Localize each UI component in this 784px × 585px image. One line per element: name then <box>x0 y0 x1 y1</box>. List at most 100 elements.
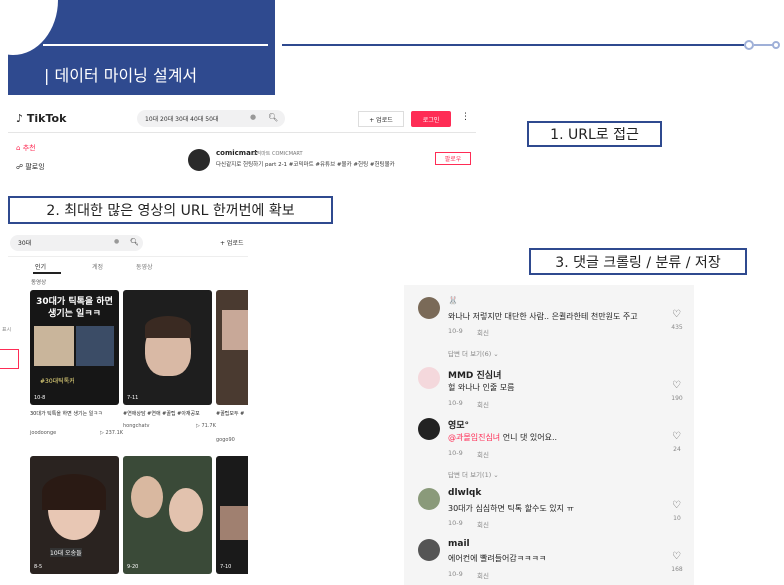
search-input[interactable]: 10대 20대 30대 40대 50대 <box>137 110 285 127</box>
thumbnail-image <box>131 476 163 518</box>
like-count: 168 <box>671 566 683 573</box>
comment-text: @과몰입진심녀 언니 댓 있어요.. <box>448 433 558 442</box>
upload-button[interactable]: + 업로드 <box>358 111 404 127</box>
tab-underline <box>33 272 61 274</box>
thumbnail-image <box>76 326 114 366</box>
avatar[interactable] <box>418 297 440 319</box>
comment-text: 와나나 저렇지만 대단한 사람.. 은퀼라한테 천만원도 주고 <box>448 312 638 321</box>
thumbnail-overlay-text: 10대 오송들 <box>50 548 82 557</box>
video-duration: 7-11 <box>127 395 139 401</box>
video-caption: 30대가 틱톡을 하면 생기는 일ㅋㅋ <box>30 411 103 417</box>
like-count: 10 <box>673 515 681 522</box>
tiktok-note-icon: ♪ <box>16 112 24 125</box>
thumbnail-image <box>220 506 248 540</box>
comment-text: 에어컨에 빨려들어감ㅋㅋㅋㅋ <box>448 554 547 563</box>
comment-date: 10-9 <box>448 327 463 335</box>
avatar[interactable] <box>418 418 440 440</box>
step1-label: 1. URL로 접근 <box>527 121 662 147</box>
reply-link[interactable]: 회신 <box>477 327 489 337</box>
video-description: 다신같지로 헌팅하기 part 2-1 #코믹마트 #유튜브 #몰카 #헌팅 #… <box>216 162 395 168</box>
tab-divider <box>8 256 248 257</box>
thumbnail-hair <box>42 474 106 510</box>
thumbnail-overlay-text: 30대가 틱톡을 하면 생기는 일ㅋㅋ <box>36 297 113 319</box>
node-dot <box>744 40 754 50</box>
node-dot <box>772 41 780 49</box>
tab-popular[interactable]: 인기 <box>35 262 46 271</box>
tiktok-logo[interactable]: ♪ TikTok <box>16 112 66 125</box>
reply-link[interactable]: 회신 <box>477 449 489 459</box>
comment-date: 10-9 <box>448 519 463 527</box>
side-button[interactable] <box>0 349 19 369</box>
comment-author[interactable]: mail <box>448 539 470 549</box>
video-duration: 10-8 <box>34 395 46 401</box>
avatar[interactable] <box>418 539 440 561</box>
comments-panel: 🐰 와나나 저렇지만 대단한 사람.. 은퀼라한테 천만원도 주고 10-9 회… <box>404 285 694 585</box>
comment-author[interactable]: dlwlqk <box>448 488 481 498</box>
video-duration: 7-10 <box>220 564 232 570</box>
view-replies-button[interactable]: 답변 더 보기(1) ⌄ <box>448 469 499 479</box>
clear-icon[interactable]: ● <box>250 113 256 121</box>
search-icon[interactable]: 🔍︎ <box>268 113 278 122</box>
upload-button[interactable]: + 업로드 <box>220 238 244 247</box>
thumbnail-image <box>222 310 248 350</box>
reply-link[interactable]: 회신 <box>477 399 489 409</box>
video-duration: 9-20 <box>127 564 139 570</box>
tab-videos[interactable]: 동영상 <box>136 262 153 271</box>
video-author[interactable]: hongchatv <box>123 423 149 429</box>
like-count: 435 <box>671 324 683 331</box>
video-author[interactable]: joodoonge <box>30 430 56 436</box>
nav-divider <box>8 132 476 133</box>
header-divider <box>282 44 744 46</box>
home-icon: ⌂ <box>16 144 21 152</box>
reply-link[interactable]: 회신 <box>477 570 489 580</box>
like-count: 24 <box>673 446 681 453</box>
thumbnail-image <box>169 488 203 532</box>
people-icon: ☍ <box>16 163 24 171</box>
login-button[interactable]: 로그인 <box>411 111 451 127</box>
video-thumbnail[interactable]: 30대가 틱톡을 하면 생기는 일ㅋㅋ #30대틱톡커 10-8 <box>30 290 119 405</box>
comment-author[interactable]: 🐰 <box>448 296 458 305</box>
clear-icon[interactable]: ● <box>114 238 119 245</box>
decorative-circle <box>8 0 58 55</box>
video-caption: #꿀팁모두 # <box>216 411 245 417</box>
thumbnail-hair <box>145 316 191 338</box>
nav-following[interactable]: ☍ 팔로잉 <box>16 162 45 172</box>
heart-icon[interactable]: ♡ <box>672 380 681 391</box>
comment-author[interactable]: MMD 진심녀 <box>448 368 501 381</box>
nav-for-you[interactable]: ⌂ 추천 <box>16 143 36 153</box>
mention-link[interactable]: @과몰입진심녀 <box>448 433 500 442</box>
avatar[interactable] <box>418 367 440 389</box>
reply-link[interactable]: 회신 <box>477 519 489 529</box>
like-count: 190 <box>671 395 683 402</box>
video-thumbnail[interactable] <box>216 290 248 405</box>
thumbnail-image <box>34 326 74 366</box>
video-author[interactable]: gogo90 <box>216 437 248 443</box>
thumbnail-hashtag: #30대틱톡커 <box>40 378 75 385</box>
title-underline <box>43 44 268 46</box>
video-thumbnail[interactable]: 10대 오송들 8-5 <box>30 456 119 574</box>
video-thumbnail[interactable]: 7-11 <box>123 290 212 405</box>
comment-date: 10-9 <box>448 570 463 578</box>
heart-icon[interactable]: ♡ <box>672 309 681 320</box>
video-thumbnail[interactable]: 9-20 <box>123 456 212 574</box>
section-label: 동영상 <box>31 280 47 286</box>
user-nickname: 코믹마트 COMICMART <box>252 151 303 157</box>
more-icon[interactable]: ⋮ <box>461 112 470 122</box>
comment-author[interactable]: 영모° <box>448 418 469 431</box>
search-input[interactable]: 30대 <box>10 235 143 251</box>
video-duration: 8-5 <box>34 564 43 570</box>
follow-button[interactable]: 팔로우 <box>435 152 471 165</box>
view-count: ▷ 237.1K <box>100 430 124 436</box>
comment-text: 헐 와나나 인줄 모름 <box>448 383 515 392</box>
avatar[interactable] <box>188 149 210 171</box>
view-replies-button[interactable]: 답변 더 보기(6) ⌄ <box>448 348 499 358</box>
heart-icon[interactable]: ♡ <box>672 431 681 442</box>
tab-accounts[interactable]: 계정 <box>92 262 103 271</box>
avatar[interactable] <box>418 488 440 510</box>
comment-date: 10-9 <box>448 449 463 457</box>
search-icon[interactable]: 🔍︎ <box>130 238 139 246</box>
title-banner: | 데이터 마이닝 설계서 <box>8 0 275 95</box>
heart-icon[interactable]: ♡ <box>672 500 681 511</box>
heart-icon[interactable]: ♡ <box>672 551 681 562</box>
video-thumbnail[interactable]: 7-10 <box>216 456 248 574</box>
